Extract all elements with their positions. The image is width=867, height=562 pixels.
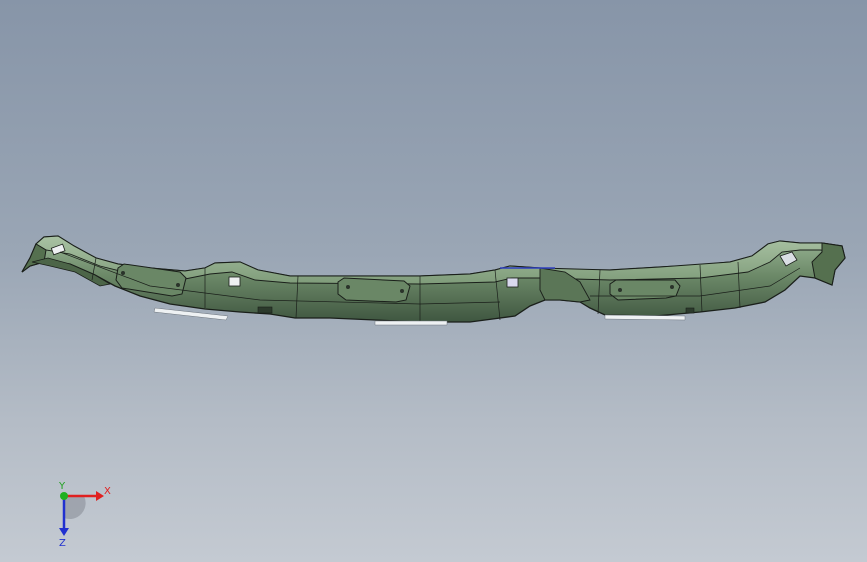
- clip-square: [228, 276, 241, 287]
- cad-part-model[interactable]: [0, 0, 867, 562]
- underside-strip: [374, 320, 448, 326]
- pocket-hole: [618, 288, 622, 292]
- y-axis-icon: [60, 492, 68, 500]
- pocket-hole: [400, 289, 404, 293]
- left-end-cap: [21, 243, 47, 273]
- orientation-triad[interactable]: X Y Z: [44, 480, 114, 550]
- cad-3d-viewport[interactable]: X Y Z: [0, 0, 867, 562]
- triad-shadow: [64, 496, 86, 520]
- z-axis-arrow-icon: [59, 528, 69, 536]
- pocket-hole: [121, 271, 125, 275]
- pocket-hole: [670, 285, 674, 289]
- underside-strip: [604, 314, 686, 321]
- clip-slot: [685, 307, 695, 314]
- z-axis-label: Z: [59, 538, 66, 549]
- pocket-hole: [346, 285, 350, 289]
- x-axis-label: X: [104, 486, 111, 497]
- clip-slot: [257, 306, 273, 314]
- y-axis-label: Y: [58, 481, 66, 492]
- center-pocket: [337, 277, 411, 303]
- x-axis-arrow-icon: [96, 491, 104, 501]
- clip-square: [506, 277, 519, 288]
- pocket-hole: [176, 283, 180, 287]
